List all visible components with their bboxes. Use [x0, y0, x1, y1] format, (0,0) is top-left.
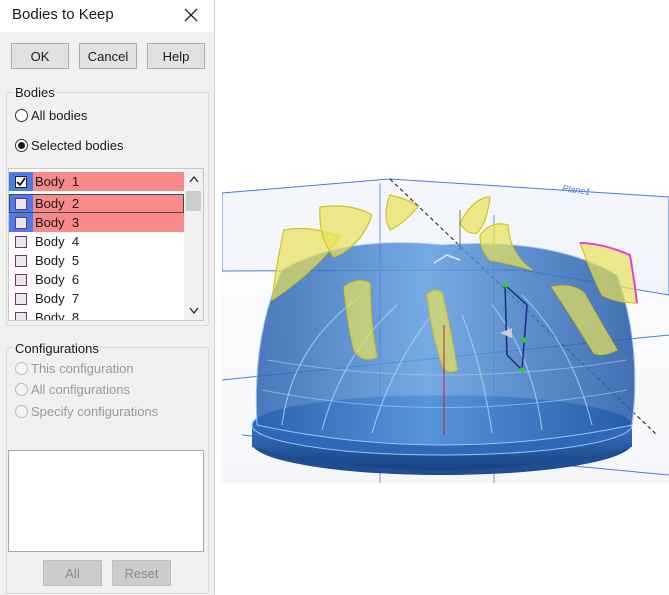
radio-specify-configurations-circle: [15, 405, 28, 418]
dialog-title: Bodies to Keep: [12, 6, 114, 23]
list-item-body-2[interactable]: Body 2: [9, 194, 184, 213]
radio-all-bodies[interactable]: All bodies: [15, 108, 87, 123]
radio-this-configuration-label: This configuration: [31, 361, 134, 376]
checkbox-cell: [9, 251, 33, 270]
radio-all-bodies-circle: [15, 109, 28, 122]
list-item-body-1[interactable]: Body 1: [9, 172, 184, 191]
scroll-thumb[interactable]: [186, 191, 201, 211]
radio-all-configurations-circle: [15, 383, 28, 396]
scroll-down-button[interactable]: [184, 302, 203, 319]
ok-button[interactable]: OK: [11, 43, 69, 69]
list-item-label: Body 7: [35, 291, 80, 306]
list-item-label: Body 3: [35, 215, 80, 230]
all-button[interactable]: All: [43, 560, 102, 586]
list-item-label: Body 6: [35, 272, 80, 287]
list-item-body-5[interactable]: Body 5: [9, 251, 184, 270]
checkbox-icon[interactable]: [15, 254, 27, 267]
radio-selected-bodies-label: Selected bodies: [31, 138, 124, 153]
radio-selected-bodies[interactable]: Selected bodies: [15, 138, 124, 153]
radio-all-configurations-label: All configurations: [31, 382, 130, 397]
bodies-group-label: Bodies: [13, 85, 57, 100]
bodies-to-keep-dialog: Bodies to Keep OK Cancel Help Bodies All…: [0, 0, 215, 595]
radio-this-configuration[interactable]: This configuration: [15, 361, 134, 376]
checkbox-icon[interactable]: [15, 197, 27, 210]
chevron-down-icon: [188, 307, 199, 314]
cancel-button[interactable]: Cancel: [79, 43, 137, 69]
checkbox-cell: [9, 194, 33, 213]
radio-specify-configurations[interactable]: Specify configurations: [15, 404, 158, 419]
bodies-list[interactable]: Body 1 Body 2 Body 3 Body 4 Body 5 Body …: [8, 168, 204, 321]
chevron-up-icon: [188, 176, 199, 183]
list-item-body-3[interactable]: Body 3: [9, 213, 184, 232]
radio-all-configurations[interactable]: All configurations: [15, 382, 130, 397]
list-item-body-4[interactable]: Body 4: [9, 232, 184, 251]
checkbox-icon[interactable]: [15, 311, 27, 320]
help-button[interactable]: Help: [147, 43, 205, 69]
list-item-body-7[interactable]: Body 7: [9, 289, 184, 308]
checkbox-icon[interactable]: [15, 216, 27, 229]
radio-specify-configurations-label: Specify configurations: [31, 404, 159, 419]
radio-this-configuration-circle: [15, 362, 28, 375]
close-button[interactable]: [180, 4, 202, 26]
list-item-label: Body 2: [35, 196, 80, 211]
checkbox-cell: [9, 270, 33, 289]
scroll-up-button[interactable]: [184, 171, 203, 188]
close-icon: [184, 8, 198, 22]
checkbox-cell: [9, 172, 33, 191]
radio-all-bodies-label: All bodies: [31, 108, 88, 123]
checkbox-icon[interactable]: [15, 235, 27, 248]
checkbox-cell: [9, 308, 33, 320]
list-item-label: Body 5: [35, 253, 80, 268]
impeller-model-graphic: Plane1: [222, 178, 669, 483]
list-item-label: Body 1: [35, 174, 80, 189]
list-item-body-8[interactable]: Body 8: [9, 308, 184, 321]
list-item-label: Body 4: [35, 234, 80, 249]
checkbox-cell: [9, 213, 33, 232]
list-item-label: Body 8: [35, 310, 80, 321]
reset-button[interactable]: Reset: [112, 560, 171, 586]
configurations-group-label: Configurations: [13, 341, 101, 356]
checkbox-cell: [9, 232, 33, 251]
radio-selected-bodies-circle: [15, 139, 28, 152]
checkbox-icon[interactable]: [15, 292, 27, 305]
list-item-body-6[interactable]: Body 6: [9, 270, 184, 289]
checkbox-cell: [9, 289, 33, 308]
checkbox-checked-icon[interactable]: [15, 175, 27, 188]
dialog-titlebar: Bodies to Keep: [0, 0, 214, 32]
configurations-list[interactable]: [8, 450, 204, 552]
bodies-list-scrollbar[interactable]: [184, 169, 203, 320]
checkbox-icon[interactable]: [15, 273, 27, 286]
model-viewport[interactable]: Plane1: [222, 175, 669, 483]
